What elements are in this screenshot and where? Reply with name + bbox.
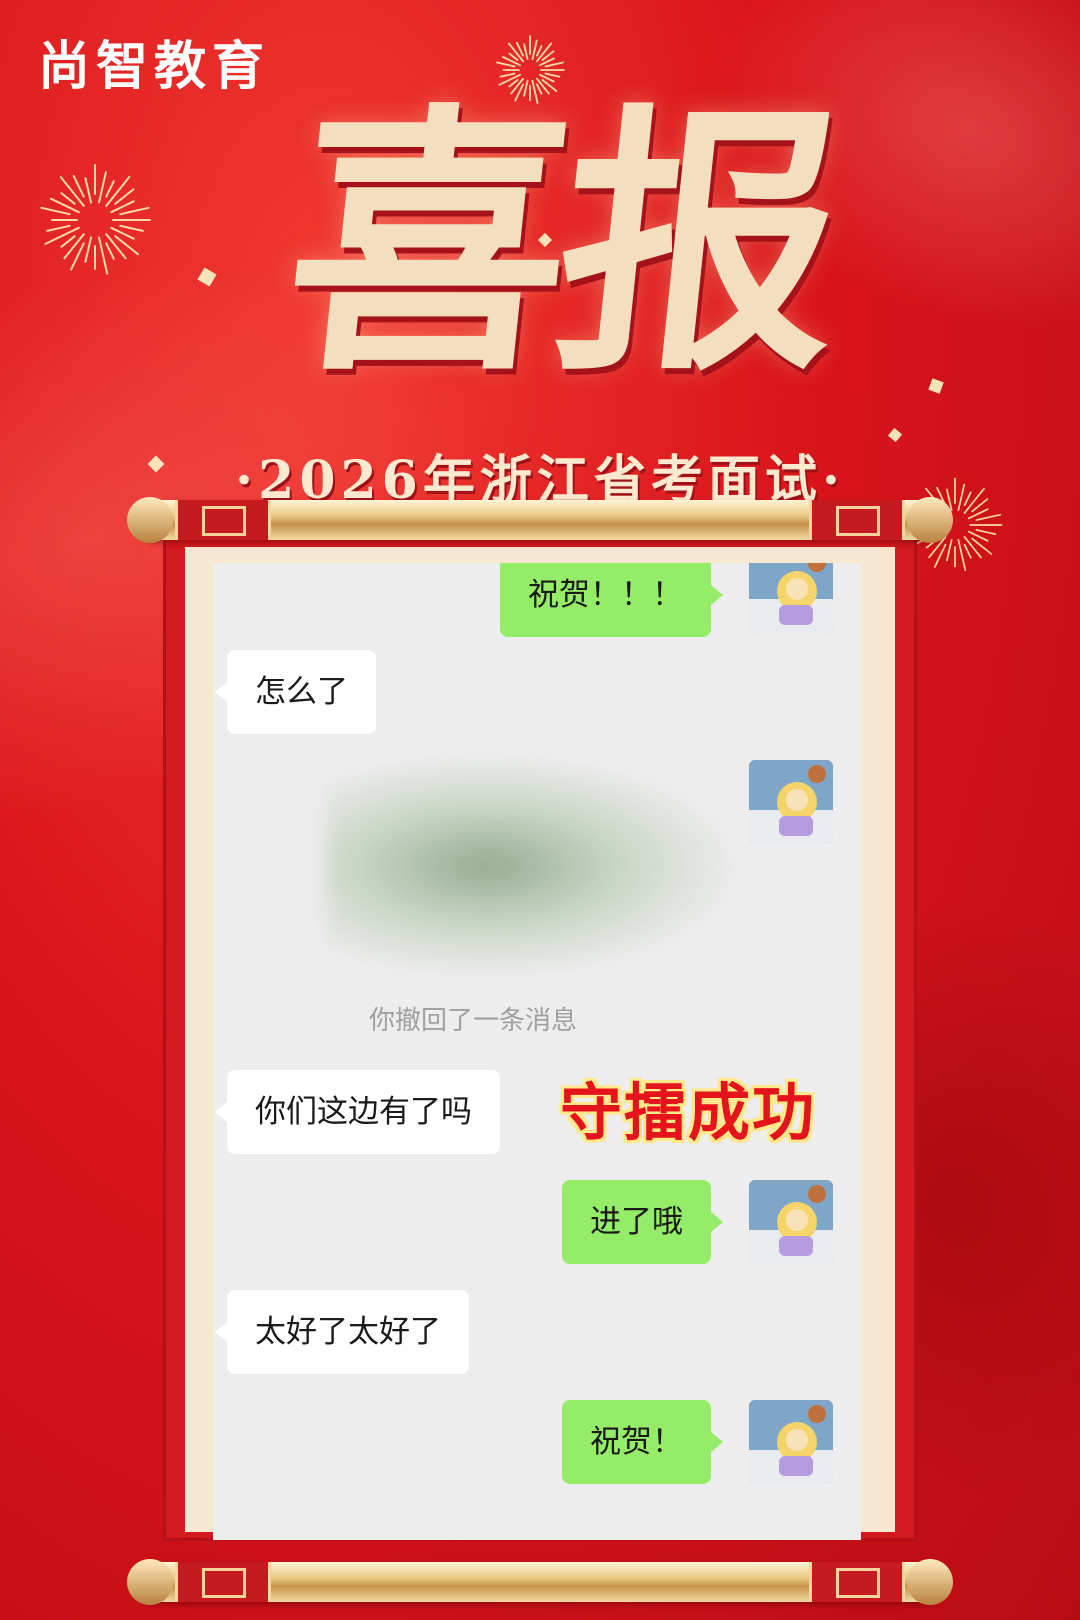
rod-cap <box>907 497 953 543</box>
confetti <box>928 378 944 394</box>
rod-cap <box>127 1559 173 1605</box>
brand-logo: 尚智教育 <box>38 37 271 97</box>
firework-icon <box>40 164 151 275</box>
message-bubble-incoming[interactable]: 怎么了 <box>215 650 376 734</box>
rod-band <box>175 1562 271 1602</box>
message-bubble-incoming[interactable]: 太好了太好了 <box>215 1290 469 1374</box>
cartoon-avatar-icon[interactable] <box>749 760 833 844</box>
scroll-rod-top <box>127 497 953 543</box>
rod-cap <box>907 1559 953 1605</box>
scroll-rod-bottom <box>127 1559 953 1605</box>
message-bubble-outgoing[interactable]: 祝贺！ <box>562 1400 723 1484</box>
rod-band <box>809 1562 905 1602</box>
poster: 尚智教育 喜报 ·2026年浙江省考面试· 祝贺！！！ 怎么了 你撤回了一条消息… <box>0 0 1080 1620</box>
rod-cap <box>127 497 173 543</box>
blurred-image-message[interactable] <box>326 760 728 972</box>
system-notice: 你撤回了一条消息 <box>368 1006 577 1036</box>
message-bubble-outgoing[interactable]: 进了哦 <box>562 1180 723 1264</box>
cartoon-avatar-icon[interactable] <box>749 1180 833 1264</box>
message-bubble-outgoing[interactable]: 祝贺！！！ <box>500 563 723 637</box>
cartoon-avatar-icon[interactable] <box>749 563 833 633</box>
cartoon-avatar-icon[interactable] <box>749 1400 833 1484</box>
headline: 喜报 <box>272 80 848 409</box>
success-stamp: 守擂成功 <box>560 1076 817 1149</box>
rod-band <box>809 500 905 540</box>
rod-band <box>175 500 271 540</box>
chat-screenshot: 祝贺！！！ 怎么了 你撤回了一条消息 你们这边有了吗 进了哦 太好了太好了 祝贺… <box>213 563 861 1540</box>
message-bubble-incoming[interactable]: 你们这边有了吗 <box>215 1070 500 1154</box>
